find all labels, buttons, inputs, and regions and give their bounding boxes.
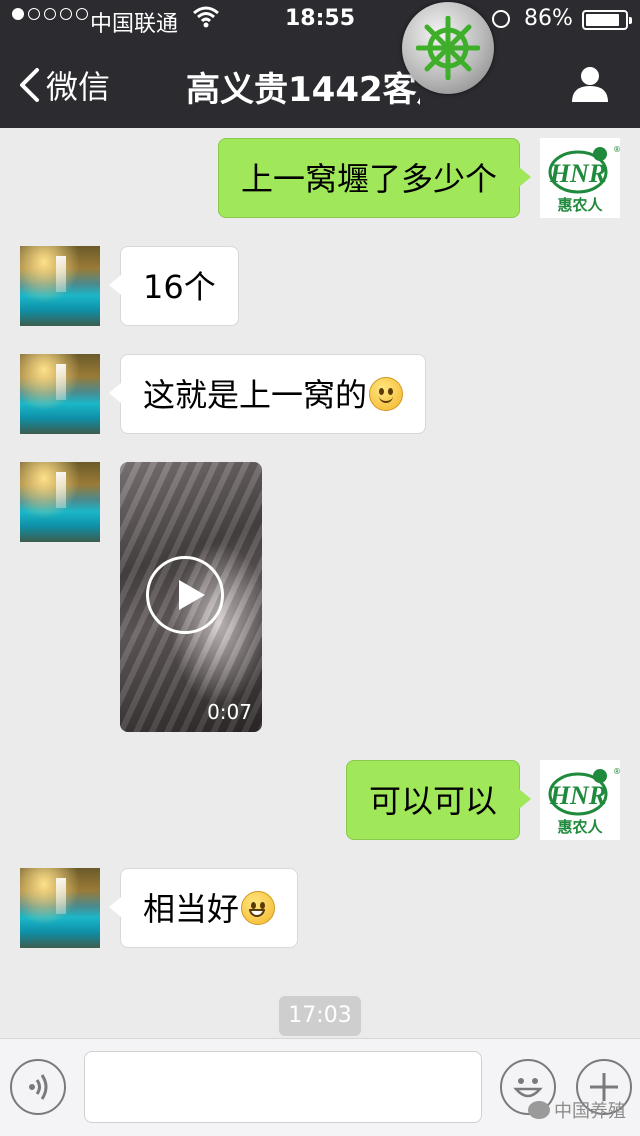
chat-area[interactable]: 上一窝壥了多少个 HNR ® 惠农人 16个 这就是上一窝的 0:07 可以可以… [0,128,640,1038]
wechat-icon [528,1101,550,1119]
watermark: 中国养殖 [528,1097,626,1123]
svg-text:®: ® [613,767,620,776]
svg-text:惠农人: 惠农人 [557,818,603,836]
time-divider: 17:03 [279,996,361,1036]
battery-icon [582,10,632,30]
video-duration: 0:07 [207,700,252,724]
back-label: 微信 [46,68,111,106]
video-message[interactable]: 0:07 [120,462,262,732]
message-bubble-received[interactable]: 这就是上一窝的 [108,354,427,434]
voice-button[interactable] [10,1059,66,1115]
avatar-contact[interactable] [20,462,100,542]
avatar-contact[interactable] [20,868,100,948]
svg-text:HNR: HNR [549,781,606,810]
battery-percent: 86% [524,6,573,31]
message-input[interactable] [84,1051,482,1123]
message-text: 这就是上一窝的 [143,376,368,414]
page-title: 高义贵1442客户 [186,70,420,110]
smile-emoji-icon [369,377,404,411]
play-icon[interactable] [146,556,224,634]
voice-icon [29,1074,48,1100]
avatar-contact[interactable] [20,354,100,434]
avatar-self[interactable]: HNR ® 惠农人 [540,138,620,218]
hnr-logo-icon: HNR ® 惠农人 [548,145,620,214]
message-text: 相当好 [143,890,240,928]
back-button[interactable]: 微信 [18,62,110,108]
input-bar: 中国养殖 [0,1038,640,1136]
ship-helm-icon [416,16,480,80]
message-bubble-received[interactable]: 相当好 [108,868,299,948]
status-bar: 中国联通 18:55 86% [0,0,640,40]
hnr-logo-icon: HNR ® 惠农人 [548,767,620,836]
alarm-icon [492,10,510,28]
message-bubble-sent[interactable]: 可以可以 [345,760,532,840]
person-icon [572,67,608,102]
avatar-self[interactable]: HNR ® 惠农人 [540,760,620,840]
floating-helm-button[interactable] [402,2,494,94]
svg-text:惠农人: 惠农人 [557,196,603,214]
message-bubble-received[interactable]: 16个 [109,246,239,326]
profile-button[interactable] [570,64,610,108]
message-bubble-sent[interactable]: 上一窝壥了多少个 [217,138,532,218]
chevron-left-icon [20,68,39,102]
top-bar: 中国联通 18:55 86% 微信 高义贵1442客户 [0,0,640,128]
avatar-contact[interactable] [20,246,100,326]
svg-text:HNR: HNR [549,159,606,188]
nav-bar: 微信 高义贵1442客户 [0,40,640,128]
watermark-text: 中国养殖 [554,1101,626,1122]
grin-emoji-icon [241,891,276,925]
svg-text:®: ® [613,145,620,154]
